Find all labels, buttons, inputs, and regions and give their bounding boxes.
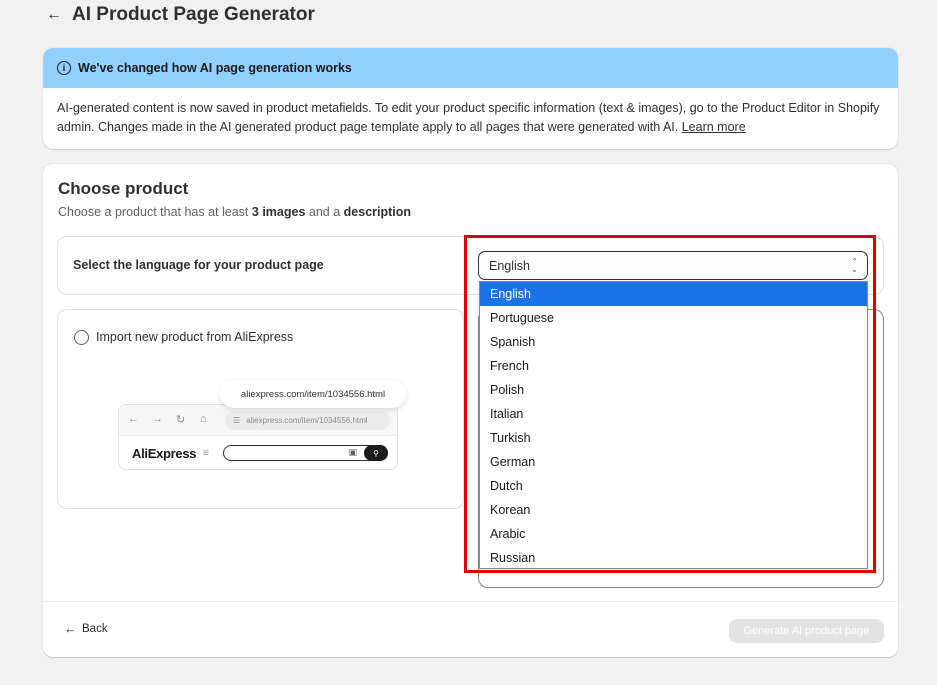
aliexpress-logo: AliExpress bbox=[132, 446, 197, 461]
banner-body: AI-generated content is now saved in pro… bbox=[43, 88, 898, 137]
language-label: Select the language for your product pag… bbox=[73, 258, 324, 272]
highlight-box bbox=[464, 235, 876, 573]
subtitle-bold-1: 3 images bbox=[251, 205, 306, 219]
back-label: Back bbox=[82, 622, 108, 635]
aliexpress-search-bar: ▣ ⚲ bbox=[223, 445, 388, 461]
arrow-left-icon: ← bbox=[64, 621, 77, 636]
back-arrow-icon: ← bbox=[128, 413, 139, 425]
import-radio[interactable] bbox=[74, 330, 89, 345]
menu-icon: ≡ bbox=[203, 448, 209, 459]
banner-header: i We've changed how AI page generation w… bbox=[43, 48, 898, 88]
learn-more-link[interactable]: Learn more bbox=[682, 120, 746, 134]
generate-button[interactable]: Generate AI product page bbox=[729, 619, 884, 643]
subtitle-bold-2: description bbox=[343, 205, 412, 219]
arrow-left-icon[interactable]: ← bbox=[46, 7, 62, 23]
footer-divider bbox=[43, 601, 898, 602]
home-icon: ⌂ bbox=[200, 413, 207, 425]
back-button[interactable]: ← Back bbox=[64, 621, 108, 636]
url-bar: ☰ aliexpress.com/item/1034556.html bbox=[225, 411, 390, 430]
info-banner: i We've changed how AI page generation w… bbox=[43, 48, 898, 149]
camera-icon: ▣ bbox=[348, 447, 357, 457]
search-icon: ⚲ bbox=[364, 445, 388, 461]
page-header: ← AI Product Page Generator bbox=[46, 4, 315, 26]
browser-toolbar: ← → ↻ ⌂ ☰ aliexpress.com/item/1034556.ht… bbox=[119, 405, 397, 436]
url-text: aliexpress.com/item/1034556.html bbox=[246, 416, 368, 425]
site-settings-icon: ☰ bbox=[233, 416, 241, 425]
reload-icon: ↻ bbox=[176, 414, 186, 426]
import-label: Import new product from AliExpress bbox=[96, 330, 294, 344]
banner-title: We've changed how AI page generation wor… bbox=[78, 61, 352, 75]
subtitle-text-2: and a bbox=[308, 205, 341, 219]
import-aliexpress-option[interactable]: Import new product from AliExpress ← → ↻… bbox=[57, 309, 464, 509]
browser-mockup: ← → ↻ ⌂ ☰ aliexpress.com/item/1034556.ht… bbox=[118, 404, 398, 470]
forward-arrow-icon: → bbox=[152, 413, 163, 425]
card-subtitle: Choose a product that has at least 3 ima… bbox=[58, 205, 411, 219]
card-title: Choose product bbox=[58, 179, 189, 198]
page-title: AI Product Page Generator bbox=[72, 4, 315, 25]
info-icon: i bbox=[57, 61, 71, 75]
aliexpress-illustration: ← → ↻ ⌂ ☰ aliexpress.com/item/1034556.ht… bbox=[118, 380, 408, 480]
banner-text: AI-generated content is now saved in pro… bbox=[57, 101, 880, 134]
url-tooltip: aliexpress.com/item/1034556.html bbox=[220, 380, 406, 408]
subtitle-text-1: Choose a product that has at least bbox=[58, 205, 249, 219]
